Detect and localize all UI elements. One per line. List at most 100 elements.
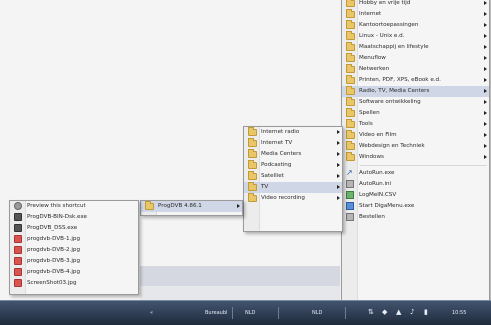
- main-menu-item[interactable]: Netwerken: [342, 64, 489, 75]
- taskbar: « Bureaubl NLD NLD ⇅ ◆ ▲ ♪ ▮ 10:55: [0, 300, 491, 325]
- submenu-arrow-icon: [337, 130, 340, 134]
- app-green-icon: [346, 191, 354, 199]
- main-menu-item-label: Maatschappij en lifestyle: [359, 44, 429, 50]
- folder-icon: [346, 64, 355, 73]
- main-menu-item[interactable]: Windows: [342, 152, 489, 163]
- folder-icon: [346, 152, 355, 161]
- main-menu-separator: [360, 165, 487, 166]
- shield-icon[interactable]: ◆: [382, 309, 389, 316]
- file-menu-item[interactable]: Preview this shortcut: [10, 201, 138, 212]
- tv-menu-item-label: Satelliet: [261, 173, 284, 179]
- main-menu-item-label: Radio, TV, Media Centers: [359, 88, 430, 94]
- file-menu-item-label: progdvb-DVB-1.jpg: [27, 236, 81, 242]
- main-menu-item[interactable]: Kantoortoepassingen: [342, 20, 489, 31]
- tv-menu-item[interactable]: Internet TV: [244, 138, 342, 149]
- main-menu-item[interactable]: Maatschappij en lifestyle: [342, 42, 489, 53]
- folder-icon: [346, 42, 355, 51]
- main-menu-item[interactable]: LogMeIN.CSV: [342, 190, 489, 201]
- main-menu-item[interactable]: ↗ AutoRun.exe: [342, 168, 489, 179]
- file-menu-item[interactable]: progdvb-DVB-3.jpg: [10, 256, 138, 267]
- tv-menu-item[interactable]: Satelliet: [244, 171, 342, 182]
- folder-icon: [346, 108, 355, 117]
- main-menu-item[interactable]: Linux - Unix e.d.: [342, 31, 489, 42]
- progdvb-menu-item[interactable]: ProgDVB 4.86.1: [141, 201, 242, 212]
- submenu-arrow-icon: [484, 1, 487, 5]
- image-icon: [14, 257, 22, 265]
- background-window-strip: [140, 266, 340, 286]
- folder-icon: [248, 193, 257, 202]
- clock[interactable]: 10:55: [452, 308, 466, 318]
- tv-menu-item-label: Podcasting: [261, 162, 292, 168]
- tv-menu-item[interactable]: Video recording: [244, 193, 342, 204]
- main-menu-item-label: Netwerken: [359, 66, 390, 72]
- tv-menu-item[interactable]: Media Centers: [244, 149, 342, 160]
- file-menu-item-label: progdvb-DVB-3.jpg: [27, 258, 81, 264]
- main-menu-item[interactable]: Webdesign en Techniek: [342, 141, 489, 152]
- volume-icon[interactable]: ♪: [410, 309, 417, 316]
- submenu-arrow-icon: [484, 111, 487, 115]
- main-menu-item-label: Hobby en vrije tijd: [359, 0, 411, 6]
- file-menu-item[interactable]: progdvb-DVB-2.jpg: [10, 245, 138, 256]
- main-menu-item[interactable]: Printen, PDF, XPS, eBook e.d.: [342, 75, 489, 86]
- file-menu-item[interactable]: progdvb-DVB-4.jpg: [10, 267, 138, 278]
- main-menu-item-label: AutoRun.ini: [359, 181, 392, 187]
- language-indicator-1[interactable]: NLD: [245, 308, 255, 318]
- submenu-arrow-icon: [484, 78, 487, 82]
- main-menu-item-label: Printen, PDF, XPS, eBook e.d.: [359, 77, 441, 83]
- folder-icon: [145, 201, 154, 210]
- main-menu-item[interactable]: Radio, TV, Media Centers: [342, 86, 489, 97]
- folder-icon: [248, 171, 257, 180]
- taskbar-toolbar-arrow[interactable]: «: [150, 308, 153, 318]
- submenu-arrow-icon: [337, 185, 340, 189]
- language-indicator-2[interactable]: NLD: [312, 308, 322, 318]
- action-center-icon[interactable]: ▲: [396, 309, 403, 316]
- main-menu-item-label: Webdesign en Techniek: [359, 143, 425, 149]
- main-menu-item-label: Software ontwikkeling: [359, 99, 421, 105]
- submenu-arrow-icon: [337, 141, 340, 145]
- tv-menu-item-label: Video recording: [261, 195, 305, 201]
- main-menu-item[interactable]: Tools: [342, 119, 489, 130]
- submenu-arrow-icon: [484, 122, 487, 126]
- folder-icon: [346, 130, 355, 139]
- app-blue-icon: [346, 202, 354, 210]
- folder-icon: [346, 20, 355, 29]
- main-menu-item[interactable]: Start DigaMenu.exe: [342, 201, 489, 212]
- submenu-arrow-icon: [484, 155, 487, 159]
- tv-menu-item-label: Internet TV: [261, 140, 293, 146]
- power-icon[interactable]: ▮: [424, 309, 431, 316]
- link-icon: ↗: [346, 168, 353, 177]
- file-menu-item[interactable]: ProgDVB_DSS.exe: [10, 223, 138, 234]
- tv-menu-item[interactable]: Internet radio: [244, 127, 342, 138]
- image-icon: [14, 268, 22, 276]
- submenu-arrow-icon: [484, 12, 487, 16]
- submenu-arrow-icon: [237, 204, 240, 208]
- tv-menu-item[interactable]: TV: [244, 182, 342, 193]
- file-menu-item[interactable]: ProgDVB-BIN-Dsk.exe: [10, 212, 138, 223]
- tv-menu-item[interactable]: Podcasting: [244, 160, 342, 171]
- main-menu-item[interactable]: Software ontwikkeling: [342, 97, 489, 108]
- main-menu-item[interactable]: Internet: [342, 9, 489, 20]
- main-menu-item[interactable]: Spellen: [342, 108, 489, 119]
- taskbar-toolbar-label[interactable]: Bureaubl: [205, 308, 227, 318]
- submenu-arrow-icon: [337, 174, 340, 178]
- file-menu-item[interactable]: progdvb-DVB-1.jpg: [10, 234, 138, 245]
- main-menu-item-label: Internet: [359, 11, 382, 17]
- submenu-arrow-icon: [484, 23, 487, 27]
- main-menu-item[interactable]: AutoRun.ini: [342, 179, 489, 190]
- network-icon[interactable]: ⇅: [368, 309, 375, 316]
- main-menu-item[interactable]: Hobby en vrije tijd: [342, 0, 489, 9]
- tv-menu-item-label: TV: [261, 184, 269, 190]
- folder-icon: [346, 141, 355, 150]
- submenu-arrow-icon: [337, 152, 340, 156]
- file-menu-item-label: progdvb-DVB-4.jpg: [27, 269, 81, 275]
- file-menu-item[interactable]: ScreenShot03.jpg: [10, 278, 138, 289]
- folder-icon: [346, 97, 355, 106]
- main-menu-item-label: Kantoortoepassingen: [359, 22, 419, 28]
- tv-menu-item-label: Internet radio: [261, 129, 300, 135]
- main-menu-item[interactable]: Video en Film: [342, 130, 489, 141]
- submenu-arrow-icon: [484, 133, 487, 137]
- main-menu-item-label: Linux - Unix e.d.: [359, 33, 405, 39]
- main-menu-item-label: Windows: [359, 154, 384, 160]
- main-menu-item[interactable]: Bestellen: [342, 212, 489, 223]
- main-menu-item[interactable]: Menuflow: [342, 53, 489, 64]
